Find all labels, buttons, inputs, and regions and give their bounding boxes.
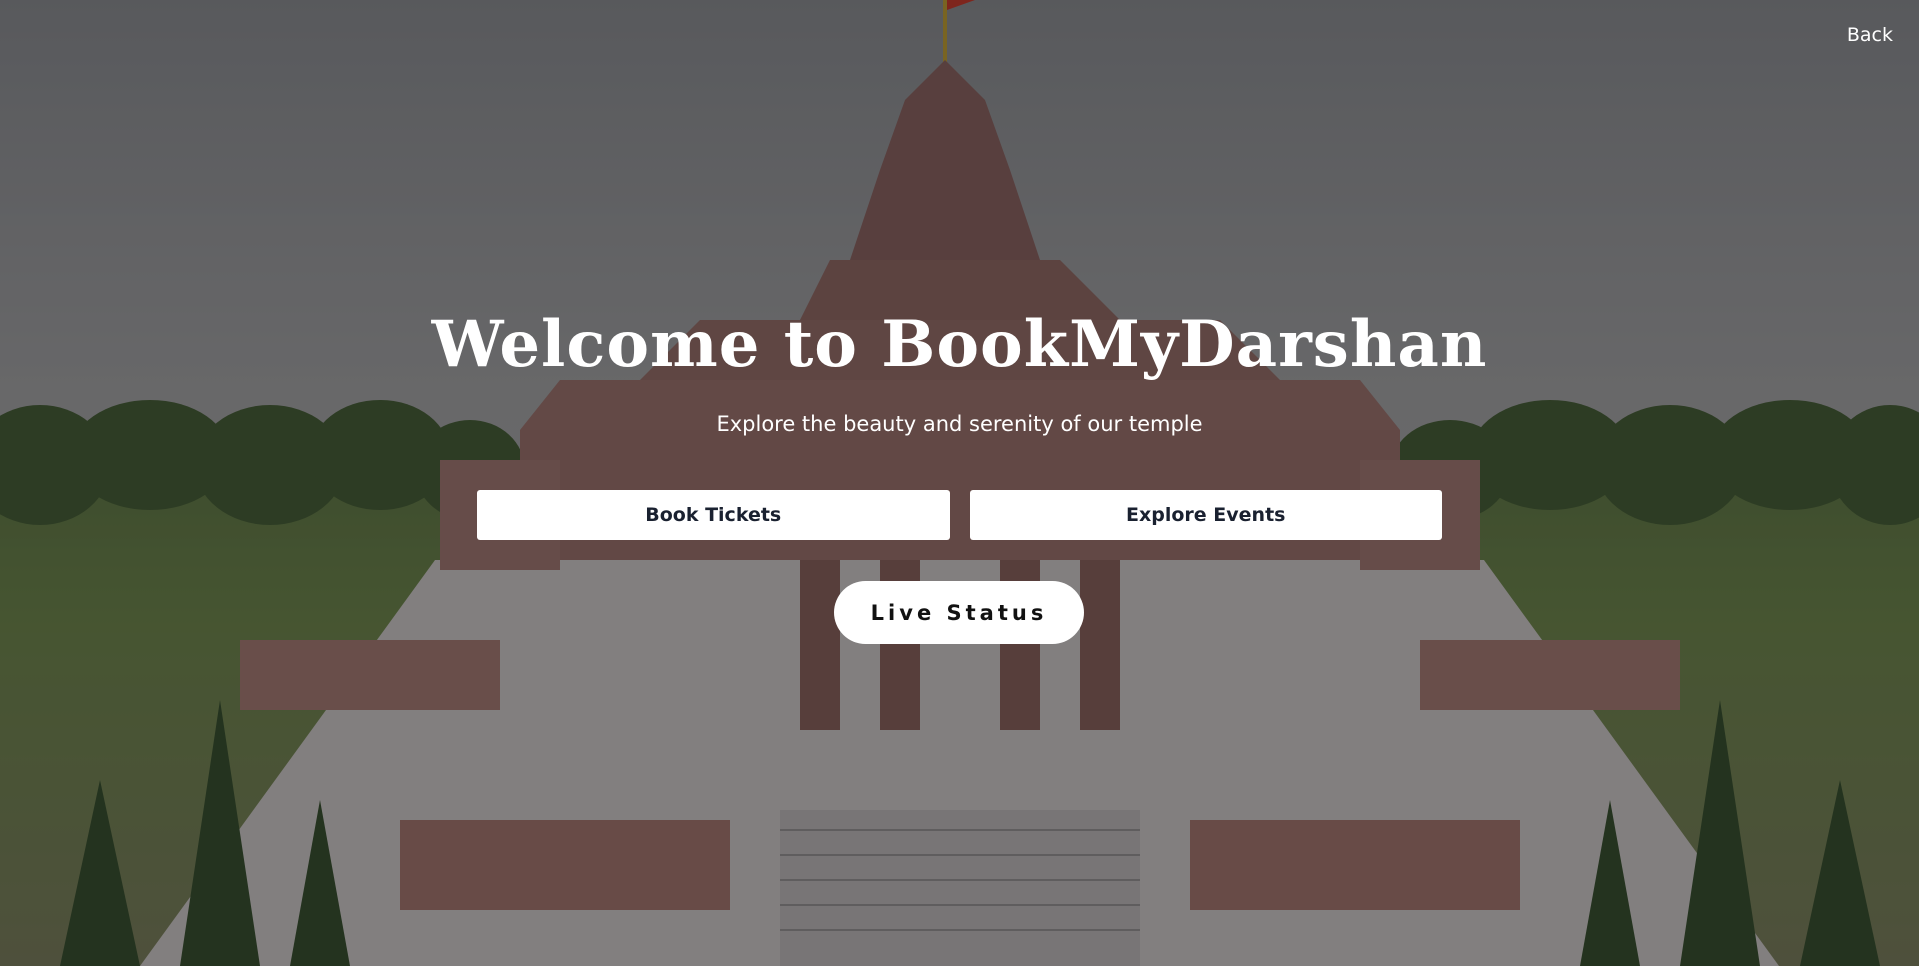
explore-events-button[interactable]: Explore Events [969, 490, 1442, 540]
page-title: Welcome to BookMyDarshan [431, 307, 1488, 382]
page-subtitle: Explore the beauty and serenity of our t… [716, 412, 1203, 436]
hero-section: Welcome to BookMyDarshan Explore the bea… [0, 300, 1919, 436]
live-status-button[interactable]: Live Status [834, 581, 1084, 644]
primary-actions: Book Tickets Explore Events [477, 490, 1442, 540]
dark-overlay [0, 0, 1919, 966]
back-link[interactable]: Back [1847, 24, 1893, 46]
book-tickets-button[interactable]: Book Tickets [477, 490, 950, 540]
landing-page: Back Welcome to BookMyDarshan Explore th… [0, 0, 1919, 966]
